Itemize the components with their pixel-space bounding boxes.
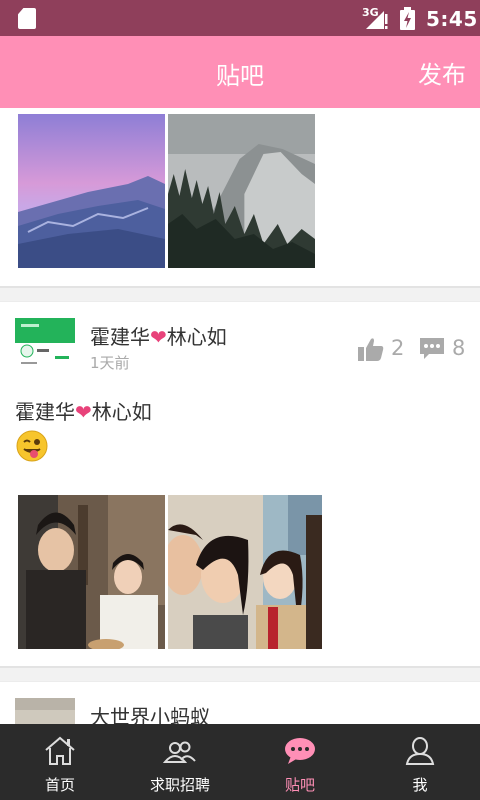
status-bar: 3G 5:45	[0, 0, 480, 36]
comment-count: 8	[452, 336, 466, 360]
heart-glyph: ❤	[75, 400, 92, 424]
clock: 5:45	[426, 7, 478, 31]
nav-label: 我	[412, 776, 428, 794]
app-header: 贴吧 发布	[0, 36, 480, 108]
post-text: 霍建华❤林心如	[15, 400, 152, 424]
post-divider	[0, 666, 480, 682]
thumbs-up-icon[interactable]	[358, 337, 384, 361]
comment-icon[interactable]	[420, 338, 444, 360]
publish-button[interactable]: 发布	[418, 55, 466, 90]
nav-label: 求职招聘	[149, 776, 210, 794]
home-icon	[45, 736, 75, 765]
signal-icon	[366, 11, 388, 29]
people-icon	[163, 741, 196, 763]
like-count: 2	[391, 336, 405, 360]
nav-label: 贴吧	[284, 776, 315, 794]
nav-item-forum[interactable]: 贴吧	[240, 724, 360, 800]
avatar[interactable]	[15, 318, 75, 373]
post-image[interactable]	[18, 495, 165, 649]
sd-card-icon	[18, 8, 36, 29]
nav-item-home[interactable]: 首页	[0, 724, 120, 800]
nav-item-jobs[interactable]: 求职招聘	[120, 724, 240, 800]
post-time: 1天前	[90, 354, 130, 372]
post-username[interactable]: 大世界小蚂蚁	[90, 701, 210, 724]
page-title: 贴吧	[216, 62, 264, 90]
chat-bubble-icon	[285, 738, 315, 764]
post-image[interactable]	[18, 114, 165, 268]
post-username[interactable]: 霍建华❤林心如	[90, 321, 227, 350]
avatar[interactable]	[15, 698, 75, 724]
winking-tongue-emoji-icon	[16, 430, 48, 462]
bottom-navigation: 首页 求职招聘 贴吧 我	[0, 724, 480, 800]
post-stats: 2 8	[358, 336, 468, 364]
nav-label: 首页	[44, 776, 75, 794]
post-image[interactable]	[168, 114, 315, 268]
post-image[interactable]	[168, 495, 322, 649]
nav-item-me[interactable]: 我	[360, 724, 480, 800]
battery-charging-icon	[400, 7, 415, 30]
heart-glyph: ❤	[150, 325, 167, 349]
person-icon	[405, 737, 435, 765]
post-divider	[0, 286, 480, 302]
post-feed[interactable]: 霍建华❤林心如 1天前 2 8 霍建华❤林心如 大世界小蚂蚁	[0, 108, 480, 724]
